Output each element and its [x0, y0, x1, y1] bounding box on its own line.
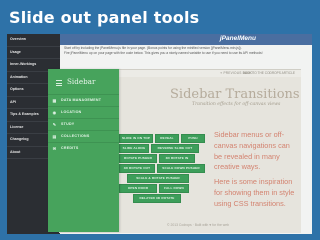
documentation-header: jPanelMenu [60, 34, 312, 45]
collections-icon: ▤ [52, 133, 57, 139]
description-paragraph: Here is some inspiration for showing the… [214, 177, 295, 208]
doc-nav-item[interactable]: Usage [7, 47, 60, 59]
sidebar-item-label: STUDY [61, 122, 75, 126]
sidebar-item-credits[interactable]: ✉ CREDITS [48, 142, 119, 154]
effect-button[interactable]: DELAYED 3D ROTATE [133, 194, 181, 203]
demo-subheading: Transition effects for off-canvas views [192, 102, 281, 107]
panel-header: Sidebar [48, 69, 119, 94]
description-paragraph: Sidebar menus or off-canvas navigations … [214, 130, 290, 172]
sidebar-panel: Sidebar ▦ DATA MANAGEMENT ◉ LOCATION ✎ S… [48, 69, 119, 232]
effect-button[interactable]: FALL DOWN [159, 184, 189, 193]
sidebar-item-label: DATA MANAGEMENT [61, 98, 102, 102]
panel-title: Sidebar [67, 77, 96, 86]
effect-button[interactable]: SCALE & ROTATE PUSHER [127, 174, 189, 183]
demo-footer: © 2013 Codrops · Built with ♥ for the we… [167, 223, 229, 227]
demo-description: Sidebar menus or off-canvas navigations … [214, 130, 299, 214]
study-icon: ✎ [52, 121, 57, 127]
back-to-article-link[interactable]: BACK TO THE CODROPS ARTICLE [243, 71, 295, 75]
documentation-intro: Start off by including the jPanelMenu.js… [64, 46, 308, 58]
sidebar-item-data-management[interactable]: ▦ DATA MANAGEMENT [48, 94, 119, 106]
effect-button[interactable]: ROTATE PUSHER [119, 154, 157, 163]
sidebar-item-label: LOCATION [61, 110, 82, 114]
effect-button[interactable]: SLIDE ALONG [119, 144, 149, 153]
sidebar-item-collections[interactable]: ▤ COLLECTIONS [48, 130, 119, 142]
effect-button[interactable]: REVERSE SLIDE OUT [151, 144, 199, 153]
sidebar-item-study[interactable]: ✎ STUDY [48, 118, 119, 130]
effect-button[interactable]: PUSH [181, 134, 205, 143]
effect-button[interactable]: SCALE DOWN PUSHER [157, 164, 205, 173]
sidebar-item-location[interactable]: ◉ LOCATION [48, 106, 119, 118]
effect-button[interactable]: 3D ROTATE IN [159, 154, 195, 163]
panel-menu: ▦ DATA MANAGEMENT ◉ LOCATION ✎ STUDY ▤ C… [48, 94, 119, 154]
sidebar-item-label: COLLECTIONS [61, 134, 90, 138]
sidebar-item-label: CREDITS [61, 146, 79, 150]
documentation-title: jPanelMenu [219, 35, 256, 42]
credits-icon: ✉ [52, 145, 57, 151]
effect-button[interactable]: SLIDE IN ON TOP [119, 134, 153, 143]
hamburger-icon[interactable] [56, 80, 62, 86]
effect-button[interactable]: REVEAL [155, 134, 179, 143]
grid-icon: ▦ [52, 97, 57, 103]
doc-nav-item[interactable]: Overview [7, 34, 60, 47]
location-icon: ◉ [52, 109, 57, 115]
effect-button[interactable]: 3D ROTATE OUT [119, 164, 155, 173]
slide-title: Slide out panel tools [9, 8, 200, 27]
intro-line: Fire jPanelMenu up on your page with the… [64, 51, 263, 55]
effect-button[interactable]: OPEN DOOR [119, 184, 157, 193]
demo-heading: Sidebar Transitions [170, 87, 300, 102]
